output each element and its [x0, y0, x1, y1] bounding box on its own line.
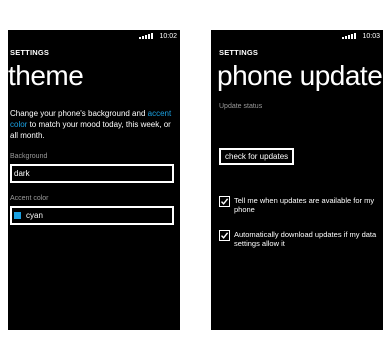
description-text-end: to match your mood today, this week, or …: [10, 120, 171, 140]
theme-description: Change your phone's background and accen…: [10, 108, 175, 141]
page-title: theme: [8, 60, 84, 91]
check-for-updates-button[interactable]: check for updates: [219, 148, 295, 165]
accent-color-label: Accent color: [10, 195, 49, 202]
auto-download-option[interactable]: Automatically download updates if my dat…: [219, 230, 383, 248]
auto-download-label: Automatically download updates if my dat…: [234, 230, 377, 248]
accent-color-swatch: [14, 212, 21, 219]
description-text: Change your phone's background and: [10, 109, 148, 118]
settings-header: SETTINGS: [219, 48, 259, 57]
background-value: dark: [14, 169, 30, 178]
status-bar: 10:03: [342, 30, 383, 42]
checkmark-icon: [220, 232, 229, 239]
phone-update-screen: 10:03 SETTINGS phone update Update statu…: [211, 30, 383, 330]
signal-icon: [342, 33, 357, 39]
accent-color-select[interactable]: cyan: [10, 206, 174, 225]
notify-updates-label: Tell me when updates are available for m…: [234, 196, 375, 214]
background-select[interactable]: dark: [10, 164, 174, 183]
status-bar: 10:02: [139, 30, 180, 42]
accent-color-value: cyan: [26, 211, 43, 220]
signal-icon: [139, 33, 154, 39]
settings-header: SETTINGS: [10, 48, 50, 57]
status-time: 10:02: [159, 32, 177, 40]
notify-updates-option[interactable]: Tell me when updates are available for m…: [219, 196, 383, 214]
page-title: phone update: [217, 60, 383, 91]
auto-download-checkbox[interactable]: [219, 230, 230, 241]
theme-screen: 10:02 SETTINGS theme Change your phone's…: [8, 30, 180, 330]
checkmark-icon: [220, 198, 229, 205]
notify-updates-checkbox[interactable]: [219, 196, 230, 207]
background-label: Background: [10, 153, 48, 160]
status-time: 10:03: [362, 32, 380, 40]
update-status-label: Update status: [219, 103, 263, 110]
